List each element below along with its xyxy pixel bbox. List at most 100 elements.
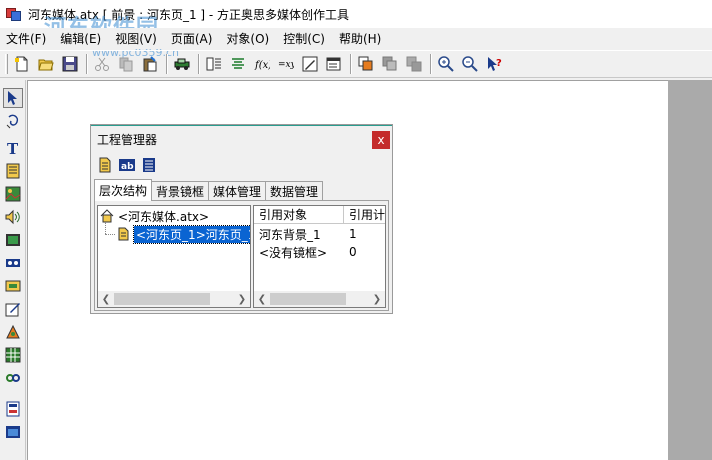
properties-icon[interactable]: [323, 53, 345, 75]
document-icon[interactable]: [97, 157, 113, 176]
tree-root-label: <河东媒体.atx>: [118, 209, 210, 224]
paste-icon[interactable]: [139, 53, 161, 75]
new-page-icon[interactable]: [11, 53, 33, 75]
group-icon[interactable]: [403, 53, 425, 75]
text-tool-icon[interactable]: T: [3, 138, 23, 158]
form-tool-icon[interactable]: [3, 399, 23, 419]
tool-palette: T: [0, 80, 26, 460]
shape-tool-icon[interactable]: [3, 322, 23, 342]
button-tool-icon[interactable]: [3, 276, 23, 296]
menu-help[interactable]: 帮助(H): [332, 30, 388, 47]
send-back-icon[interactable]: [379, 53, 401, 75]
page-icon: [118, 227, 129, 241]
copy-icon[interactable]: [115, 53, 137, 75]
scroll-thumb[interactable]: [270, 293, 346, 305]
toolbar-separator: [430, 54, 432, 74]
window-title: 河东媒体.atx [ 前景 : 河东页_1 ] - 方正奥思多媒体创作工具: [28, 7, 350, 22]
bring-front-icon[interactable]: [355, 53, 377, 75]
toolbar-separator: [166, 54, 168, 74]
reference-list[interactable]: 引用对象 引用计数 河东背景_1 1 <没有镜框> 0 ❮ ❯: [253, 205, 386, 308]
menu-page[interactable]: 页面(A): [164, 30, 220, 47]
draw-icon[interactable]: [299, 53, 321, 75]
zoom-out-icon[interactable]: [459, 53, 481, 75]
menu-edit[interactable]: 编辑(E): [53, 30, 108, 47]
home-icon: [100, 209, 114, 223]
toolbar: f(x) =xy ?: [0, 50, 712, 78]
tab-hierarchy[interactable]: 层次结构: [94, 179, 153, 201]
panel-title: 工程管理器: [97, 133, 158, 147]
svg-text:?: ?: [496, 58, 502, 69]
list-cell-object: 河东背景_1: [259, 227, 321, 242]
window-tool-icon[interactable]: [3, 422, 23, 442]
rename-icon[interactable]: ab: [119, 157, 135, 176]
help-pointer-icon[interactable]: ?: [483, 53, 505, 75]
svg-text:ab: ab: [121, 162, 134, 172]
list-header: 引用对象 引用计数: [254, 206, 385, 224]
list-cell-count: 0: [349, 245, 357, 259]
title-bar: 河东媒体.atx [ 前景 : 河东页_1 ] - 方正奥思多媒体创作工具: [0, 0, 712, 28]
toolbar-grip[interactable]: [5, 54, 8, 74]
tree-horizontal-scrollbar[interactable]: ❮ ❯: [98, 291, 250, 307]
scroll-left-icon[interactable]: ❮: [254, 291, 270, 307]
tree-page-node[interactable]: <河东页_1>河东页_1: [116, 224, 250, 244]
menu-control[interactable]: 控制(C): [276, 30, 332, 47]
xy-icon[interactable]: =xy: [275, 53, 297, 75]
scroll-thumb[interactable]: [114, 293, 210, 305]
svg-text:T: T: [7, 140, 19, 156]
tree-root-node[interactable]: <河东媒体.atx>: [100, 207, 209, 225]
svg-text:=xy: =xy: [278, 60, 294, 70]
align-left-icon[interactable]: [203, 53, 225, 75]
edit-tool-icon[interactable]: [3, 299, 23, 319]
column-header-count[interactable]: 引用计数: [344, 206, 385, 224]
list-horizontal-scrollbar[interactable]: ❮ ❯: [254, 291, 385, 307]
column-header-object[interactable]: 引用对象: [254, 206, 344, 224]
link-tool-icon[interactable]: [3, 368, 23, 388]
toolbar-separator: [350, 54, 352, 74]
open-folder-icon[interactable]: [35, 53, 57, 75]
scroll-right-icon[interactable]: ❯: [234, 291, 250, 307]
workspace-background: [668, 80, 712, 460]
rectangle-tool-icon[interactable]: [3, 161, 23, 181]
hierarchy-tree[interactable]: <河东媒体.atx> <河东页_1>河东页_1 ❮ ❯: [97, 205, 251, 308]
list-cell-count: 1: [349, 227, 357, 241]
tab-media-management[interactable]: 媒体管理: [208, 181, 267, 201]
function-icon[interactable]: f(x): [251, 53, 273, 75]
list-item[interactable]: 河东背景_1 1: [254, 225, 384, 243]
save-icon[interactable]: [59, 53, 81, 75]
zoom-in-icon[interactable]: [435, 53, 457, 75]
tab-data-management[interactable]: 数据管理: [265, 181, 324, 201]
tree-connector: [105, 234, 115, 235]
image-tool-icon[interactable]: [3, 184, 23, 204]
menu-view[interactable]: 视图(V): [108, 30, 164, 47]
svg-text:f(x): f(x): [254, 60, 270, 71]
video-tool-icon[interactable]: [3, 230, 23, 250]
list-item[interactable]: <没有镜框> 0: [254, 243, 384, 261]
toolbar-separator: [86, 54, 88, 74]
scroll-left-icon[interactable]: ❮: [98, 291, 114, 307]
grid-tool-icon[interactable]: [3, 345, 23, 365]
project-manager-panel: 工程管理器 x ab 层次结构 背景镜框 媒体管理 数据管理 <河东媒体.atx…: [90, 124, 393, 314]
menu-file[interactable]: 文件(F): [0, 30, 53, 47]
lasso-tool-icon[interactable]: [3, 111, 23, 131]
panel-tabs: 层次结构 背景镜框 媒体管理 数据管理: [94, 179, 324, 201]
tab-content: <河东媒体.atx> <河东页_1>河东页_1 ❮ ❯ 引用对象 引用计数 河东…: [94, 200, 389, 311]
sound-tool-icon[interactable]: [3, 207, 23, 227]
cut-icon[interactable]: [91, 53, 113, 75]
panel-toolbar: ab: [97, 157, 157, 176]
pointer-tool-icon[interactable]: [3, 88, 23, 108]
scroll-right-icon[interactable]: ❯: [369, 291, 385, 307]
align-center-icon[interactable]: [227, 53, 249, 75]
close-icon: x: [377, 133, 385, 147]
animation-tool-icon[interactable]: [3, 253, 23, 273]
tree-connector: [105, 222, 106, 234]
car-icon[interactable]: [171, 53, 193, 75]
menu-bar: 文件(F) 编辑(E) 视图(V) 页面(A) 对象(O) 控制(C) 帮助(H…: [0, 28, 712, 49]
toolbar-separator: [198, 54, 200, 74]
app-icon: [6, 6, 22, 22]
tree-page-label: <河东页_1>河东页_1: [132, 224, 250, 244]
list-view-icon[interactable]: [141, 157, 157, 176]
tab-background-frame[interactable]: 背景镜框: [151, 181, 210, 201]
panel-accent-line: [91, 125, 392, 126]
menu-object[interactable]: 对象(O): [219, 30, 276, 47]
close-button[interactable]: x: [372, 131, 390, 149]
